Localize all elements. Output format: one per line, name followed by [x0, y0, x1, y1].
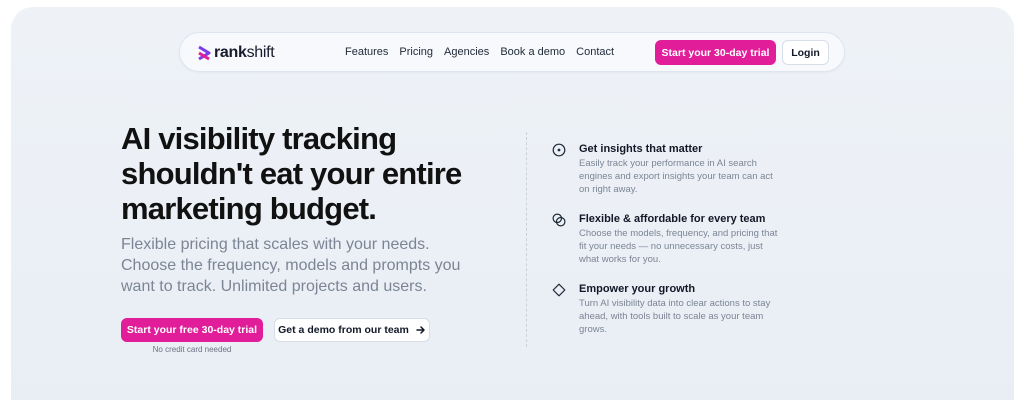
no-credit-card-note: No credit card needed	[152, 345, 232, 354]
get-demo-button[interactable]: Get a demo from our team	[274, 318, 430, 342]
feature-insights: Get insights that matter Easily track yo…	[552, 142, 802, 196]
headline-line-3: marketing budget.	[121, 191, 377, 226]
top-navbar: rankshift Features Pricing Agencies Book…	[179, 32, 845, 72]
login-button[interactable]: Login	[782, 40, 829, 65]
feature-title: Get insights that matter	[579, 143, 703, 155]
hero-subtext: Flexible pricing that scales with your n…	[121, 234, 501, 297]
feature-flexible: Flexible & affordable for every team Cho…	[552, 212, 802, 266]
section-divider	[526, 132, 527, 347]
subtext-line-3: want to track. Unlimited projects and us…	[121, 278, 427, 295]
nav-links: Features Pricing Agencies Book a demo Co…	[345, 46, 614, 58]
overlap-circles-icon	[552, 213, 566, 227]
headline-line-2: shouldn't eat your entire	[121, 156, 462, 191]
page-frame: rankshift Features Pricing Agencies Book…	[11, 7, 1014, 400]
target-icon	[552, 143, 566, 157]
feature-description: Choose the models, frequency, and pricin…	[579, 228, 778, 265]
diamond-icon	[552, 283, 566, 297]
nav-link-pricing[interactable]: Pricing	[399, 46, 433, 58]
feature-title: Empower your growth	[579, 283, 696, 295]
subtext-line-2: Choose the frequency, models and prompts…	[121, 257, 461, 274]
nav-link-agencies[interactable]: Agencies	[444, 46, 489, 58]
headline-line-1: AI visibility tracking	[121, 121, 397, 156]
get-demo-label: Get a demo from our team	[278, 324, 409, 336]
nav-trial-button[interactable]: Start your 30-day trial	[655, 40, 776, 65]
nav-link-features[interactable]: Features	[345, 46, 388, 58]
start-free-trial-button[interactable]: Start your free 30-day trial	[121, 318, 263, 342]
feature-description: Turn AI visibility data into clear actio…	[579, 298, 771, 335]
arrow-right-icon	[416, 326, 425, 334]
nav-link-book-demo[interactable]: Book a demo	[500, 46, 565, 58]
brand-name: rankshift	[214, 44, 275, 61]
feature-description: Easily track your performance in AI sear…	[579, 158, 773, 195]
feature-growth: Empower your growth Turn AI visibility d…	[552, 282, 802, 336]
brand-logo[interactable]: rankshift	[197, 44, 275, 62]
subtext-line-1: Flexible pricing that scales with your n…	[121, 236, 430, 253]
nav-link-contact[interactable]: Contact	[576, 46, 614, 58]
hero-headline: AI visibility tracking shouldn't eat you…	[121, 121, 521, 226]
rankshift-logo-icon	[198, 45, 211, 61]
feature-title: Flexible & affordable for every team	[579, 213, 766, 225]
